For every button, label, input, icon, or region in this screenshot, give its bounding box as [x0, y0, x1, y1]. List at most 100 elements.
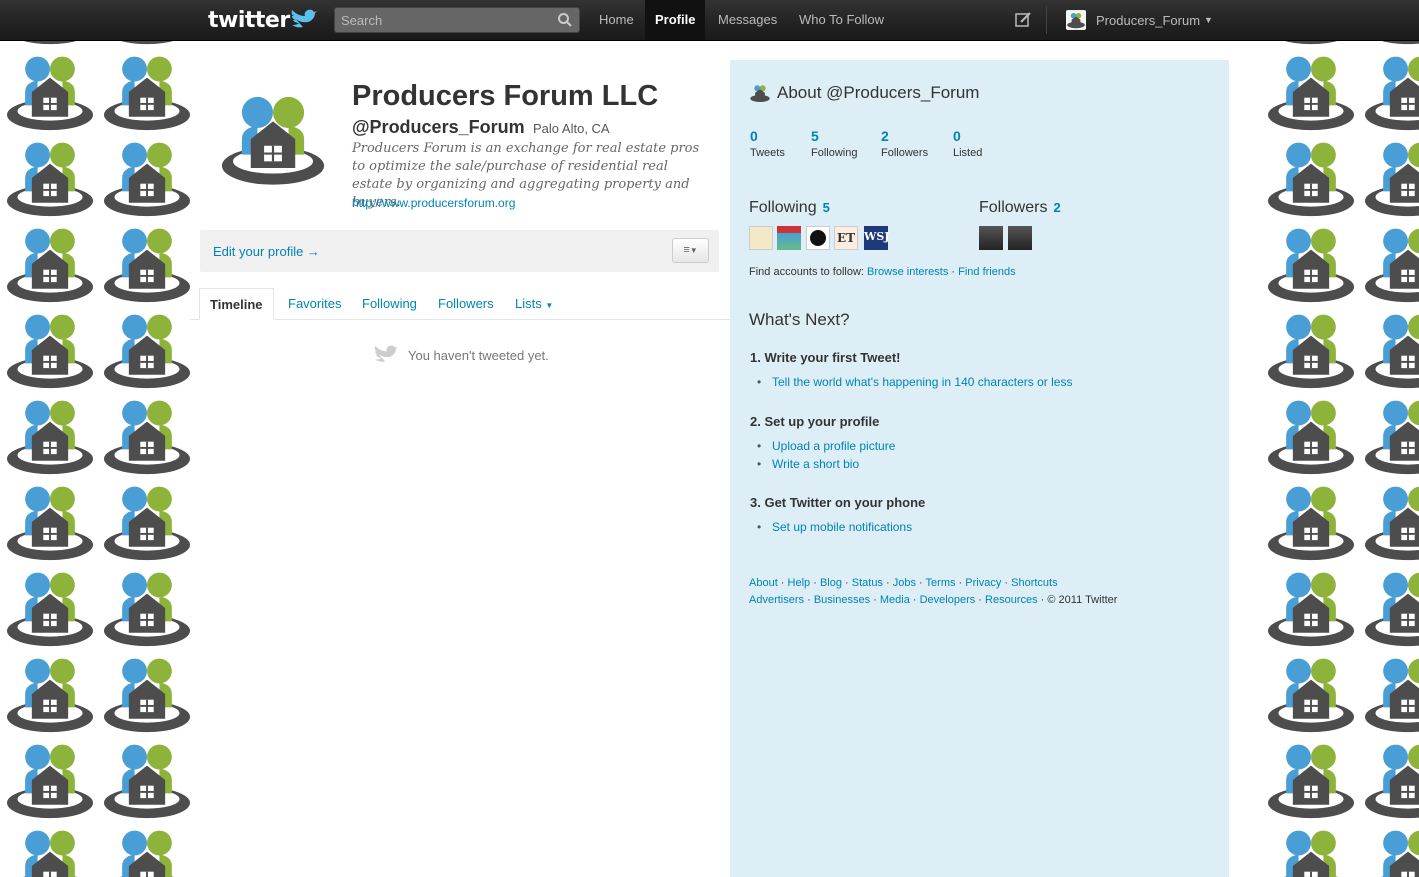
following-count: 5	[822, 200, 830, 215]
twitter-bird-icon	[291, 9, 317, 28]
following-avatar-3-mark	[810, 230, 826, 246]
twitter-logo[interactable]: twitter	[208, 6, 318, 34]
following-avatar-5[interactable]: WSJ	[864, 226, 890, 250]
nav-profile[interactable]: Profile	[645, 0, 706, 40]
search-input[interactable]	[335, 8, 550, 32]
stat-followers[interactable]: 2 Followers	[881, 128, 928, 159]
footer-link[interactable]: Resources	[985, 594, 1038, 606]
footer-link[interactable]: Terms	[926, 577, 956, 589]
background-logo-tile	[1360, 306, 1419, 392]
background-logo-tile	[99, 48, 195, 134]
stat-following-label: Following	[811, 147, 858, 159]
background-logo-tile	[2, 392, 98, 478]
footer-links-row-1: About · Help · Blog · Status · Jobs · Te…	[749, 577, 1058, 589]
background-logo-tile	[2, 306, 98, 392]
profile-main-column: Producers Forum LLC @Producers_Forum Pal…	[190, 60, 730, 877]
background-logo-tile	[99, 134, 195, 220]
following-heading-label: Following	[749, 199, 817, 216]
mobile-notifications-link[interactable]: Set up mobile notifications	[757, 520, 912, 534]
footer-link[interactable]: Shortcuts	[1011, 577, 1057, 589]
followers-count: 2	[1053, 200, 1061, 215]
footer-link[interactable]: Help	[788, 577, 811, 589]
following-avatar-2[interactable]	[777, 226, 801, 250]
edit-profile-link[interactable]: Edit your profile →	[213, 244, 320, 259]
nav-messages[interactable]: Messages	[708, 0, 787, 40]
step-phone: 3. Get Twitter on your phone	[750, 495, 926, 510]
about-title: About @Producers_Forum	[777, 83, 980, 102]
footer-link[interactable]: Businesses	[814, 594, 870, 606]
profile-name: Producers Forum LLC	[352, 80, 659, 112]
find-accounts-line: Find accounts to follow: Browse interest…	[749, 266, 1016, 278]
upload-picture-link[interactable]: Upload a profile picture	[757, 439, 895, 453]
profile-location: Palo Alto, CA	[533, 121, 610, 136]
followers-heading[interactable]: Followers 2	[979, 199, 1061, 217]
following-avatar-3[interactable]	[806, 226, 830, 250]
background-logo-tile	[1360, 478, 1419, 564]
tab-followers[interactable]: Followers	[428, 288, 504, 318]
profile-url-link[interactable]: http://www.producersforum.org	[352, 196, 515, 210]
footer-link[interactable]: Status	[852, 577, 883, 589]
footer-link[interactable]: Privacy	[965, 577, 1001, 589]
background-logo-tile	[1263, 822, 1359, 877]
background-logo-tile	[1360, 564, 1419, 650]
footer-link[interactable]: Advertisers	[749, 594, 804, 606]
twitter-wordmark: twitter	[208, 7, 290, 33]
stat-tweets-value: 0	[750, 128, 758, 144]
background-logo-tile	[1263, 392, 1359, 478]
background-logo-tile	[1360, 220, 1419, 306]
background-logo-tile	[1360, 736, 1419, 822]
stat-tweets[interactable]: 0 Tweets	[750, 128, 785, 159]
follower-avatar-2[interactable]	[1008, 226, 1032, 250]
write-bio-link[interactable]: Write a short bio	[757, 457, 859, 471]
footer-link[interactable]: Developers	[920, 594, 976, 606]
background-logo-tile	[1263, 134, 1359, 220]
browse-interests-link[interactable]: Browse interests	[867, 266, 948, 278]
footer-link[interactable]: About	[749, 577, 778, 589]
find-friends-link[interactable]: Find friends	[958, 266, 1015, 278]
stat-tweets-label: Tweets	[750, 147, 785, 159]
stat-following[interactable]: 5 Following	[811, 128, 857, 159]
background-logo-tile	[2, 736, 98, 822]
background-logo-tile	[99, 478, 195, 564]
background-logo-tile	[2, 650, 98, 736]
footer-link[interactable]: Media	[880, 594, 910, 606]
background-logo-tile	[1263, 220, 1359, 306]
stat-listed-label: Listed	[953, 147, 983, 159]
tab-following[interactable]: Following	[352, 288, 427, 318]
user-menu-name: Producers_Forum	[1096, 12, 1201, 28]
profile-avatar[interactable]	[208, 88, 338, 188]
following-avatar-4[interactable]: ET	[834, 226, 858, 250]
follower-avatar-1[interactable]	[979, 226, 1003, 250]
stat-following-value: 5	[811, 128, 819, 144]
first-tweet-link[interactable]: Tell the world what's happening in 140 c…	[757, 375, 1072, 389]
footer-link[interactable]: Jobs	[893, 577, 916, 589]
compose-tweet-icon[interactable]	[1014, 11, 1032, 29]
footer-link[interactable]: Blog	[820, 577, 842, 589]
profile-tabs: Timeline Favorites Following Followers L…	[190, 288, 730, 320]
background-logo-tile	[2, 134, 98, 220]
user-menu[interactable]: Producers_Forum ▼	[1066, 9, 1213, 31]
chevron-down-icon: ▼	[545, 301, 554, 310]
background-logo-tile	[99, 220, 195, 306]
tab-favorites[interactable]: Favorites	[278, 288, 351, 318]
bird-icon	[374, 345, 398, 362]
background-logo-tile	[2, 48, 98, 134]
background-logo-tile	[2, 822, 98, 877]
nav-divider	[1046, 6, 1047, 34]
following-avatar-1[interactable]	[749, 226, 773, 250]
search-icon[interactable]	[557, 12, 573, 28]
tab-timeline[interactable]: Timeline	[199, 288, 274, 320]
find-accounts-prefix: Find accounts to follow:	[749, 266, 868, 278]
nav-home[interactable]: Home	[589, 0, 644, 40]
empty-timeline-text: You haven't tweeted yet.	[408, 347, 549, 363]
background-logo-tile	[1263, 478, 1359, 564]
nav-who-to-follow[interactable]: Who To Follow	[789, 0, 894, 40]
following-heading[interactable]: Following 5	[749, 199, 830, 217]
copyright-text: © 2011 Twitter	[1047, 594, 1118, 606]
step-first-tweet: 1. Write your first Tweet!	[750, 350, 901, 365]
background-logo-tile	[99, 650, 195, 736]
list-view-button[interactable]: ≡▼	[672, 238, 709, 263]
stat-listed[interactable]: 0 Listed	[953, 128, 982, 159]
followers-heading-label: Followers	[979, 199, 1048, 216]
tab-lists[interactable]: Lists ▼	[505, 288, 563, 318]
